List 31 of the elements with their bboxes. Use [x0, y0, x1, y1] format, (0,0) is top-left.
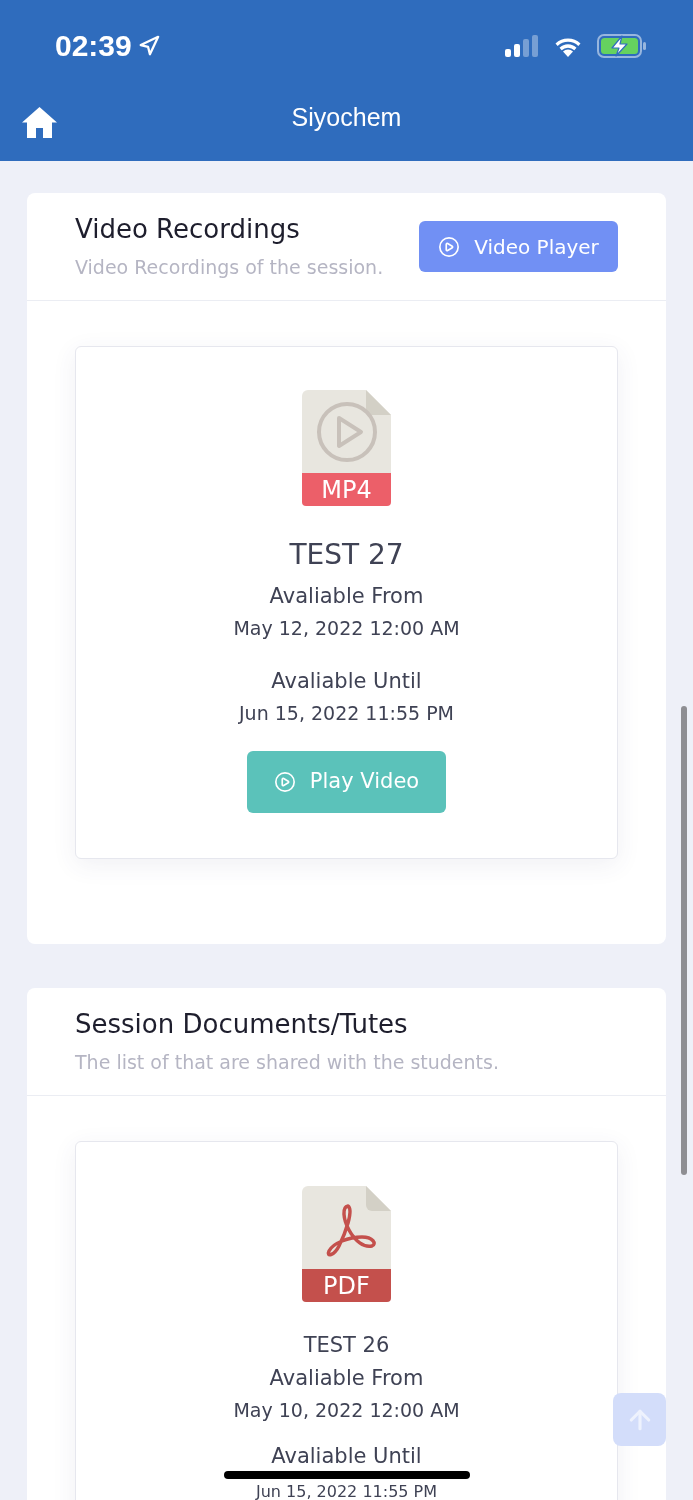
section-title: Video Recordings [75, 213, 300, 245]
play-video-button[interactable]: Play Video [247, 751, 446, 813]
available-from-label: Avaliable From [269, 583, 424, 609]
section-title: Session Documents/Tutes [75, 1008, 408, 1040]
section-subtitle: The list of that are shared with the students. [75, 1050, 499, 1074]
status-time: 02:39 [55, 31, 132, 61]
file-type-badge: PDF [302, 1269, 391, 1302]
location-arrow-icon [137, 35, 160, 57]
video-file-icon [302, 390, 391, 473]
document-file-icon [302, 1186, 391, 1269]
home-icon[interactable] [22, 107, 57, 138]
scrollbar[interactable] [681, 706, 687, 1175]
available-until-label: Avaliable Until [271, 1443, 422, 1469]
available-until-date: Jun 15, 2022 11:55 PM [255, 1484, 438, 1500]
play-circle-icon [438, 235, 461, 258]
section-subtitle: Video Recordings of the session. [75, 255, 384, 279]
available-from-label: Avaliable From [269, 1365, 424, 1391]
play-circle-icon [273, 771, 296, 793]
file-title: TEST 26 [303, 1332, 390, 1359]
wifi-icon [553, 35, 583, 57]
available-from-date: May 10, 2022 12:00 AM [233, 1398, 460, 1423]
video-player-button[interactable]: Video Player [419, 221, 618, 272]
scroll-to-top-button[interactable] [613, 1393, 666, 1446]
available-from-date: May 12, 2022 12:00 AM [233, 616, 460, 641]
available-until-label: Avaliable Until [271, 668, 422, 694]
app-title: Siyochem [291, 102, 402, 132]
available-until-date: Jun 15, 2022 11:55 PM [239, 701, 454, 726]
file-type-badge: MP4 [302, 473, 391, 506]
file-title: TEST 27 [289, 537, 404, 573]
signal-icon [505, 35, 539, 57]
battery-charging-icon [597, 34, 647, 58]
